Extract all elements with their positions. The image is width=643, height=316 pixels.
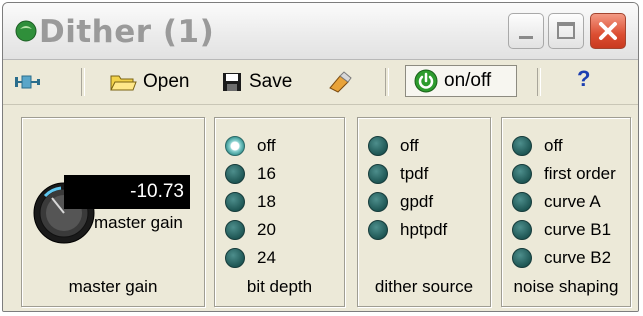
minimize-button[interactable] [508, 13, 544, 49]
dither-source-label: dither source [374, 277, 474, 296]
master-gain-value[interactable]: -10.73 [64, 175, 190, 209]
radio-label: 20 [257, 220, 276, 239]
minimize-icon [519, 36, 533, 39]
radio-label: curve A [544, 192, 601, 211]
bit-depth-label: bit depth [246, 277, 313, 296]
noise-shaping-option-curve-b1[interactable]: curve B1 [512, 216, 616, 244]
toolbar-separator [385, 68, 389, 96]
noise-shaping-label: noise shaping [513, 277, 619, 296]
radio-label: 24 [257, 248, 276, 267]
radio-icon[interactable] [368, 220, 388, 240]
master-gain-group-label: master gain [68, 277, 158, 296]
toolbar-separator [537, 68, 541, 96]
noise-shaping-option-first-order[interactable]: first order [512, 160, 616, 188]
dither-source-option-off[interactable]: off [368, 132, 447, 160]
master-gain-group: -10.73 master gain master gain [21, 117, 205, 307]
bit-depth-option-16[interactable]: 16 [225, 160, 276, 188]
radio-label: curve B1 [544, 220, 612, 239]
radio-label: off [544, 136, 563, 155]
bit-depth-option-off[interactable]: off [225, 132, 276, 160]
bit-depth-option-24[interactable]: 24 [225, 244, 276, 272]
radio-label: hptpdf [400, 220, 448, 239]
radio-icon[interactable] [512, 164, 532, 184]
maximize-button[interactable] [548, 13, 584, 49]
pin-button[interactable] [13, 66, 43, 98]
radio-label: 18 [257, 192, 276, 211]
plugin-window: Dither (1) Open Save on/off ? -10.73 mas… [2, 2, 639, 312]
maximize-icon [557, 22, 575, 39]
eraser-icon [329, 71, 352, 93]
radio-selected-icon[interactable] [225, 136, 245, 156]
pin-icon [15, 75, 40, 89]
bit-depth-group: off 16 18 20 24 bit depth [214, 117, 345, 307]
radio-label: 16 [257, 164, 276, 183]
app-icon [15, 20, 37, 42]
radio-icon[interactable] [368, 192, 388, 212]
radio-icon[interactable] [512, 192, 532, 212]
radio-icon[interactable] [368, 164, 388, 184]
radio-label: off [257, 136, 276, 155]
dither-source-group: off tpdf gpdf hptpdf dither source [357, 117, 491, 307]
radio-icon[interactable] [225, 192, 245, 212]
noise-shaping-option-off[interactable]: off [512, 132, 616, 160]
radio-label: gpdf [400, 192, 434, 211]
radio-label: first order [544, 164, 616, 183]
close-button[interactable] [590, 13, 626, 49]
radio-label: off [400, 136, 419, 155]
bit-depth-option-18[interactable]: 18 [225, 188, 276, 216]
power-icon [414, 69, 438, 93]
window-title: Dither (1) [39, 14, 215, 50]
eraser-button[interactable] [326, 66, 352, 98]
on-off-button[interactable]: on/off [405, 65, 517, 97]
radio-icon[interactable] [225, 248, 245, 268]
noise-shaping-group: off first order curve A curve B1 curve B… [501, 117, 631, 307]
folder-icon [110, 75, 137, 91]
save-label: Save [249, 71, 293, 92]
bit-depth-option-20[interactable]: 20 [225, 216, 276, 244]
open-label: Open [143, 71, 190, 92]
toolbar-separator [81, 68, 85, 96]
radio-icon[interactable] [512, 220, 532, 240]
radio-label: curve B2 [544, 248, 612, 267]
open-button[interactable]: Open [109, 66, 189, 98]
noise-shaping-option-curve-b2[interactable]: curve B2 [512, 244, 616, 272]
save-icon [223, 73, 241, 91]
dither-source-option-hptpdf[interactable]: hptpdf [368, 216, 447, 244]
master-gain-knob-caption: master gain [94, 213, 183, 232]
noise-shaping-option-curve-a[interactable]: curve A [512, 188, 616, 216]
help-button[interactable]: ? [577, 66, 590, 92]
radio-icon[interactable] [225, 164, 245, 184]
radio-icon[interactable] [512, 136, 532, 156]
save-button[interactable]: Save [221, 66, 292, 98]
dither-source-option-tpdf[interactable]: tpdf [368, 160, 447, 188]
radio-label: tpdf [400, 164, 429, 183]
on-off-label: on/off [444, 70, 492, 91]
close-icon [599, 22, 617, 40]
toolbar: Open Save on/off ? [3, 60, 638, 105]
controls-area: -10.73 master gain master gain off 16 18 [3, 105, 638, 311]
title-bar[interactable]: Dither (1) [3, 3, 638, 60]
radio-icon[interactable] [512, 248, 532, 268]
dither-source-option-gpdf[interactable]: gpdf [368, 188, 447, 216]
radio-icon[interactable] [368, 136, 388, 156]
radio-icon[interactable] [225, 220, 245, 240]
